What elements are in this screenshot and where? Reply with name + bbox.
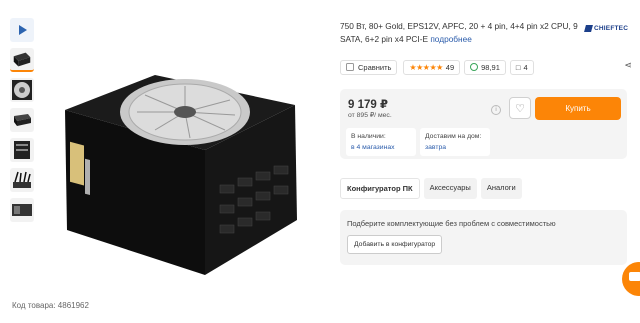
wishlist-button[interactable]: ♡ <box>509 97 531 119</box>
checkbox-icon <box>346 63 354 71</box>
product-meta-row: Сравнить ★★★★★ 49 98,91 □ 4 <box>340 58 630 76</box>
buy-button[interactable]: Купить <box>535 97 621 120</box>
delivery-value[interactable]: завтра <box>425 142 485 153</box>
brand-name: CHIEFTEC <box>594 25 629 32</box>
product-sku: Код товара: 4861962 <box>12 301 89 310</box>
price: 9 179 ₽ <box>348 99 388 111</box>
shield-check-icon <box>470 63 479 71</box>
compare-label: Сравнить <box>358 62 392 72</box>
thumbnail-list <box>10 18 36 228</box>
comment-icon: □ <box>515 62 521 72</box>
availability-card[interactable]: В наличии: в 4 магазинах <box>346 128 416 156</box>
tab-analogs[interactable]: Аналоги <box>480 178 522 199</box>
product-image[interactable] <box>45 50 315 280</box>
thumbnail-6[interactable] <box>10 198 34 222</box>
availability-value[interactable]: в 4 магазинах <box>351 142 411 153</box>
brand-logo[interactable]: CHIEFTEC <box>584 25 629 32</box>
delivery-label: Доставим на дом: <box>425 133 482 140</box>
product-title: 750 Вт, 80+ Gold, EPS12V, APFC, 20 + 4 p… <box>340 20 578 45</box>
rating-badge[interactable]: ★★★★★ 49 <box>403 59 461 75</box>
configurator-text: Подберите комплектующие без проблем с со… <box>347 219 556 228</box>
add-to-configurator-button[interactable]: Добавить в конфигуратор <box>347 235 443 254</box>
availability-label: В наличии: <box>351 133 386 140</box>
delivery-card[interactable]: Доставим на дом: завтра <box>420 128 490 156</box>
thumbnail-2[interactable] <box>10 78 34 102</box>
share-icon[interactable]: ⋖ <box>624 60 632 71</box>
reviews-count: 49 <box>445 62 455 72</box>
credit-offer[interactable]: от 895 ₽/ мес. <box>348 111 392 119</box>
thumbnail-5[interactable] <box>10 168 34 192</box>
tab-configurator[interactable]: Конфигуратор ПК <box>340 178 420 199</box>
chat-button[interactable] <box>622 262 640 296</box>
buy-box: 9 179 ₽ от 895 ₽/ мес. i ♡ Купить В нали… <box>340 89 627 159</box>
video-thumbnail[interactable] <box>10 18 34 42</box>
thumbnail-1[interactable] <box>10 48 34 72</box>
heart-icon: ♡ <box>515 102 525 115</box>
product-tabs: Конфигуратор ПК Аксессуары Аналоги <box>340 178 522 199</box>
thumbnail-4[interactable] <box>10 138 34 162</box>
thumbnail-3[interactable] <box>10 108 34 132</box>
brand-mark-icon <box>584 25 593 32</box>
stars-icon: ★★★★★ <box>409 62 443 72</box>
info-icon[interactable]: i <box>491 105 501 115</box>
comments-badge[interactable]: □ 4 <box>509 59 534 75</box>
comments-count: 4 <box>523 62 528 72</box>
tab-accessories[interactable]: Аксессуары <box>423 178 477 199</box>
compare-toggle[interactable]: Сравнить <box>340 59 398 75</box>
play-icon <box>19 25 27 35</box>
chat-icon <box>629 272 640 281</box>
reliability-badge[interactable]: 98,91 <box>464 59 506 75</box>
details-link[interactable]: подробнее <box>430 34 472 44</box>
configurator-panel: Подберите комплектующие без проблем с со… <box>340 210 627 265</box>
reliability-value: 98,91 <box>481 62 500 72</box>
